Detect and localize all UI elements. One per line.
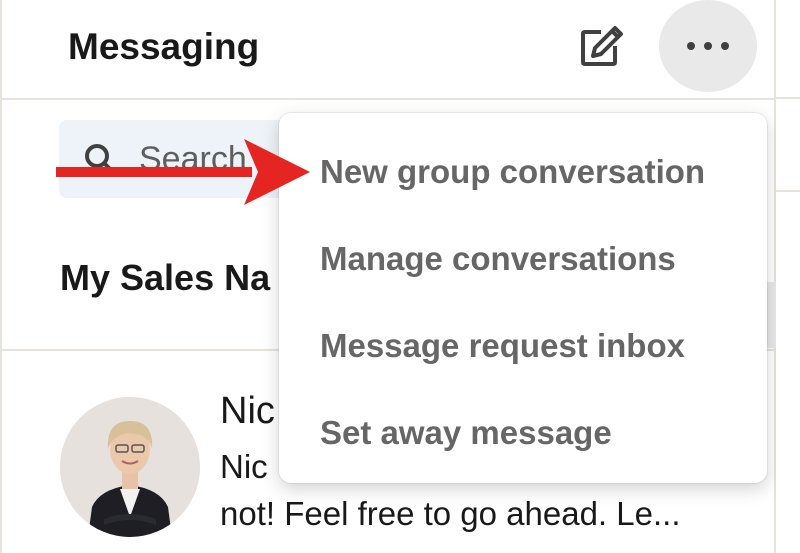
menu-item-set-away-message[interactable]: Set away message — [320, 414, 612, 452]
compose-icon — [581, 26, 623, 66]
menu-item-new-group-conversation[interactable]: New group conversation — [320, 153, 705, 191]
avatar-photo — [60, 397, 200, 537]
more-options-button[interactable] — [659, 0, 757, 92]
avatar[interactable] — [60, 397, 200, 537]
more-options-menu: New group conversation Manage conversati… — [279, 113, 767, 483]
conversation-contact-name[interactable]: Nic — [220, 390, 275, 433]
red-arrow-pointer — [56, 139, 310, 205]
section-heading: My Sales Na — [60, 257, 271, 298]
page-title: Messaging — [68, 26, 260, 67]
conversation-preview-line2: not! Feel free to go ahead. Le... — [220, 495, 681, 532]
more-horizontal-icon — [687, 42, 729, 50]
right-edge-panel — [776, 0, 800, 553]
menu-item-manage-conversations[interactable]: Manage conversations — [320, 240, 676, 278]
messaging-header: Messaging — [2, 0, 774, 100]
messaging-panel: Messaging Search My Sales Na Nic Nic not… — [0, 0, 778, 553]
compose-button[interactable] — [570, 18, 630, 74]
conversation-preview-line1: Nic — [220, 448, 268, 485]
menu-item-message-request-inbox[interactable]: Message request inbox — [320, 327, 685, 365]
